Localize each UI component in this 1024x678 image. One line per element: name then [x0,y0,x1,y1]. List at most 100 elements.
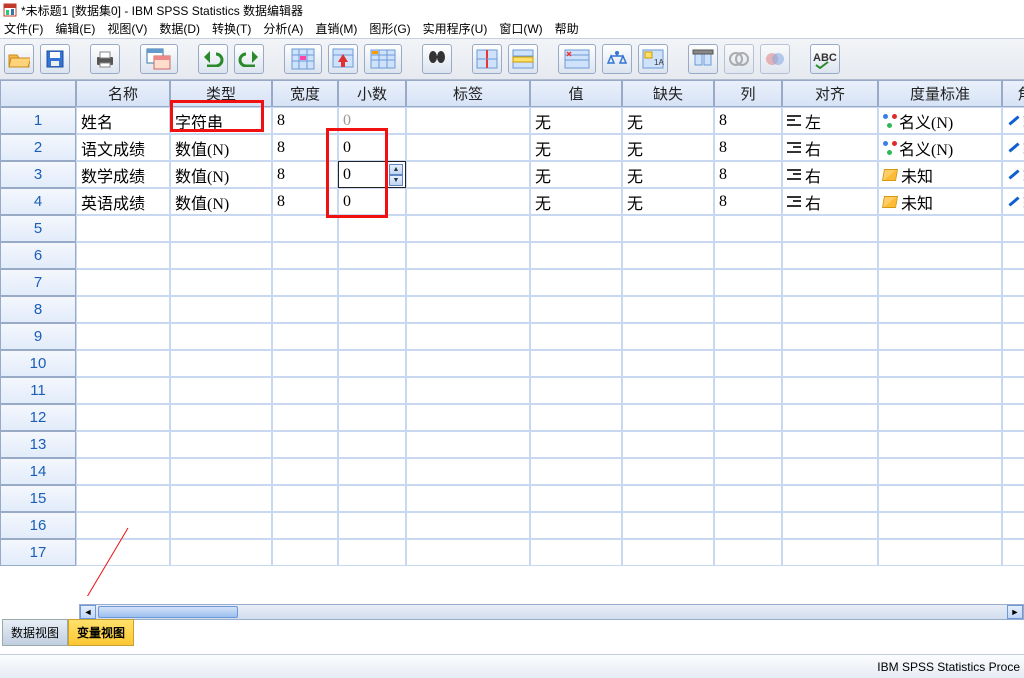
empty-cell[interactable] [530,215,622,242]
cell-missing[interactable]: 无 [622,134,714,161]
menu-transform[interactable]: 转换(T) [212,20,251,37]
cell-cols[interactable]: 8 [714,161,782,188]
empty-cell[interactable] [530,269,622,296]
empty-cell[interactable] [406,512,530,539]
empty-cell[interactable] [272,269,338,296]
empty-cell[interactable] [76,323,170,350]
empty-cell[interactable] [272,404,338,431]
cell-measure[interactable]: 名义(N) [878,107,1002,134]
empty-cell[interactable] [878,269,1002,296]
empty-cell[interactable] [714,539,782,566]
empty-cell[interactable] [170,512,272,539]
save-button[interactable] [40,44,70,74]
empty-cell[interactable] [622,458,714,485]
row-header[interactable]: 3 [0,161,76,188]
empty-cell[interactable] [76,377,170,404]
empty-cell[interactable] [406,458,530,485]
empty-cell[interactable] [878,404,1002,431]
cell-align[interactable]: 右 [782,134,878,161]
cell-type[interactable]: 字符串 [170,107,272,134]
column-header-width[interactable]: 宽度 [272,80,338,107]
empty-cell[interactable] [714,350,782,377]
empty-cell[interactable] [622,485,714,512]
empty-cell[interactable] [878,512,1002,539]
row-header[interactable]: 14 [0,458,76,485]
column-header-type[interactable]: 类型 [170,80,272,107]
column-header-name[interactable]: 名称 [76,80,170,107]
select-cases-button[interactable] [558,44,596,74]
cell-cols[interactable]: 8 [714,188,782,215]
empty-cell[interactable] [782,377,878,404]
menu-analyze[interactable]: 分析(A) [263,20,303,37]
empty-cell[interactable] [338,323,406,350]
empty-cell[interactable] [622,323,714,350]
row-header[interactable]: 10 [0,350,76,377]
empty-cell[interactable] [782,431,878,458]
empty-cell[interactable] [714,404,782,431]
recall-dialog-button[interactable] [140,44,178,74]
empty-cell[interactable] [878,485,1002,512]
tab-variable-view[interactable]: 变量视图 [68,619,134,646]
empty-cell[interactable] [622,377,714,404]
cell-width[interactable]: 8 [272,188,338,215]
empty-cell[interactable] [1002,215,1024,242]
row-header[interactable]: 6 [0,242,76,269]
empty-cell[interactable] [338,215,406,242]
empty-cell[interactable] [1002,269,1024,296]
empty-cell[interactable] [782,458,878,485]
empty-cell[interactable] [338,296,406,323]
empty-cell[interactable] [530,539,622,566]
value-labels-button[interactable]: 1A [638,44,668,74]
empty-cell[interactable] [170,458,272,485]
empty-cell[interactable] [76,431,170,458]
empty-cell[interactable] [272,377,338,404]
cell-name[interactable]: 英语成绩 [76,188,170,215]
spinner-up-button[interactable]: ▲ [389,164,403,175]
menu-direct[interactable]: 直销(M) [315,20,357,37]
empty-cell[interactable] [714,458,782,485]
empty-cell[interactable] [170,296,272,323]
empty-cell[interactable] [76,539,170,566]
empty-cell[interactable] [622,269,714,296]
empty-cell[interactable] [406,296,530,323]
scroll-thumb[interactable] [98,606,238,618]
cell-values[interactable]: 无 [530,188,622,215]
empty-cell[interactable] [622,350,714,377]
empty-cell[interactable] [76,350,170,377]
row-header[interactable]: 12 [0,404,76,431]
empty-cell[interactable] [1002,323,1024,350]
empty-cell[interactable] [338,485,406,512]
cell-align[interactable]: 左 [782,107,878,134]
empty-cell[interactable] [272,323,338,350]
empty-cell[interactable] [1002,377,1024,404]
cell-cols[interactable]: 8 [714,107,782,134]
scroll-right-button[interactable]: ► [1007,605,1023,619]
empty-cell[interactable] [76,296,170,323]
menu-graphs[interactable]: 图形(G) [369,20,410,37]
empty-cell[interactable] [714,512,782,539]
empty-cell[interactable] [1002,458,1024,485]
row-header[interactable]: 8 [0,296,76,323]
row-header[interactable]: 15 [0,485,76,512]
row-header[interactable]: 11 [0,377,76,404]
empty-cell[interactable] [714,242,782,269]
decimals-spinner[interactable]: ▲▼ [389,164,403,186]
row-header[interactable]: 13 [0,431,76,458]
empty-cell[interactable] [338,512,406,539]
empty-cell[interactable] [1002,539,1024,566]
column-header-decimals[interactable]: 小数 [338,80,406,107]
spinner-down-button[interactable]: ▼ [389,175,403,186]
empty-cell[interactable] [530,296,622,323]
empty-cell[interactable] [878,350,1002,377]
empty-cell[interactable] [406,242,530,269]
empty-cell[interactable] [170,485,272,512]
empty-cell[interactable] [714,296,782,323]
empty-cell[interactable] [1002,296,1024,323]
cell-type[interactable]: 数值(N) [170,134,272,161]
empty-cell[interactable] [782,350,878,377]
empty-cell[interactable] [272,242,338,269]
undo-button[interactable] [198,44,228,74]
cell-name[interactable]: 数学成绩 [76,161,170,188]
cell-cols[interactable]: 8 [714,134,782,161]
menu-help[interactable]: 帮助 [555,20,579,37]
